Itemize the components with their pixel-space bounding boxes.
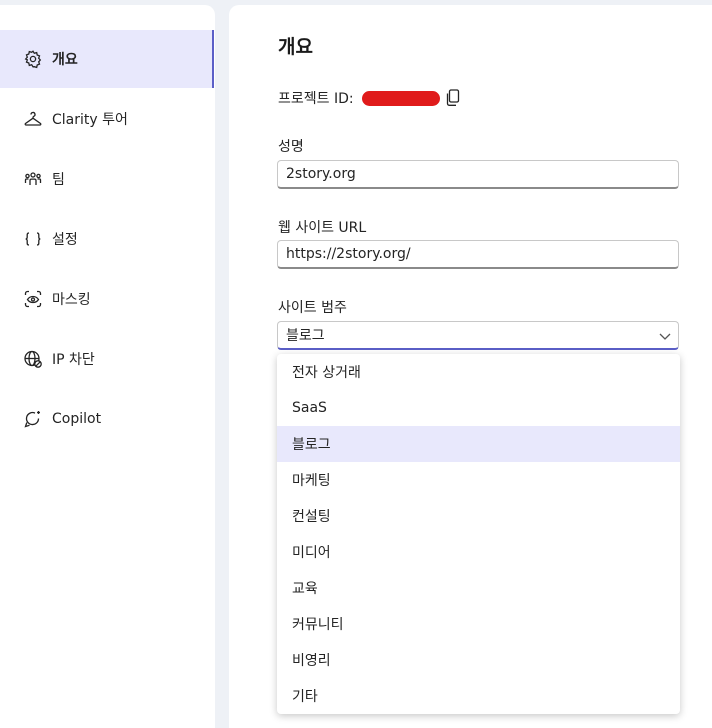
people-team-icon [22,168,44,190]
braces-icon [22,228,44,250]
gear-icon [22,48,44,70]
url-label: 웹 사이트 URL [278,220,367,236]
url-input[interactable]: https://2story.org/ [277,240,679,269]
option-blog[interactable]: 블로그 [277,426,680,462]
copilot-icon [22,408,44,430]
name-label: 성명 [278,139,304,155]
copy-icon[interactable] [446,89,460,107]
eye-mask-icon [22,288,44,310]
option-marketing[interactable]: 마케팅 [277,462,680,498]
page-title: 개요 [278,36,313,58]
redacted-project-id [361,90,440,106]
project-id-row: 프로젝트 ID: [278,88,460,108]
sidebar-item-overview[interactable]: 개요 [0,30,214,88]
sidebar-item-copilot[interactable]: Copilot [0,390,214,448]
sidebar-item-label: 마스킹 [52,292,91,308]
sidebar-item-team[interactable]: 팀 [0,150,214,208]
name-input[interactable]: 2story.org [277,160,679,189]
sidebar: 개요 Clarity 투어 팀 설정 마스킹 IP 차단 Copilot [0,5,215,728]
chevron-down-icon [658,329,672,343]
sidebar-item-label: 설정 [52,232,78,248]
sidebar-item-label: Copilot [52,411,102,427]
option-nonprofit[interactable]: 비영리 [277,642,680,678]
sidebar-item-settings[interactable]: 설정 [0,210,214,268]
hanger-icon [22,108,44,130]
url-value: https://2story.org/ [286,246,411,262]
category-value: 블로그 [286,328,325,344]
sidebar-item-ip-block[interactable]: IP 차단 [0,330,214,388]
category-select[interactable]: 블로그 [277,321,679,350]
sidebar-item-clarity-tour[interactable]: Clarity 투어 [0,90,214,148]
sidebar-item-label: Clarity 투어 [52,112,128,128]
category-dropdown: 전자 상거래 SaaS 블로그 마케팅 컨설팅 미디어 교육 커뮤니티 비영리 … [277,354,680,714]
sidebar-item-label: 개요 [52,52,78,68]
sidebar-item-masking[interactable]: 마스킹 [0,270,214,328]
option-education[interactable]: 교육 [277,570,680,606]
sidebar-item-label: IP 차단 [52,352,95,368]
sidebar-item-label: 팀 [52,172,65,188]
option-community[interactable]: 커뮤니티 [277,606,680,642]
main-content: 개요 프로젝트 ID: 성명 2story.org 웹 사이트 URL http… [229,5,712,728]
option-saas[interactable]: SaaS [277,390,680,426]
globe-block-icon [22,348,44,370]
option-media[interactable]: 미디어 [277,534,680,570]
project-id-label: 프로젝트 ID: [278,91,354,107]
option-consulting[interactable]: 컨설팅 [277,498,680,534]
name-value: 2story.org [286,166,356,182]
category-label: 사이트 범주 [278,300,347,316]
option-ecommerce[interactable]: 전자 상거래 [277,354,680,390]
option-other[interactable]: 기타 [277,678,680,714]
